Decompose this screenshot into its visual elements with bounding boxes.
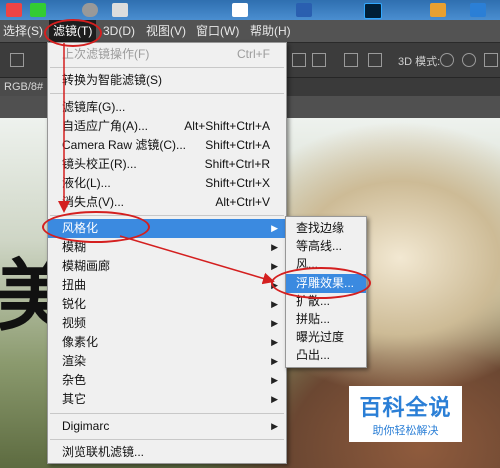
filter-menu: 上次滤镜操作(F) Ctrl+F 转换为智能滤镜(S) 滤镜库(G)... 自适…	[47, 42, 287, 464]
align-icon[interactable]	[10, 53, 24, 67]
submenu-arrow-icon: ▶	[271, 223, 278, 233]
watermark-title: 百科全说	[359, 395, 452, 420]
desktop-taskbar	[0, 0, 500, 20]
roll-3d-icon[interactable]	[462, 53, 476, 67]
pan-3d-icon[interactable]	[484, 53, 498, 67]
submenu-arrow-icon: ▶	[271, 356, 278, 366]
annotation-circle-stylize	[42, 211, 150, 243]
menu-item-pixelate[interactable]: 像素化 ▶	[48, 333, 286, 352]
app-icon[interactable]	[296, 3, 312, 17]
submenu-item-extrude[interactable]: 凸出...	[286, 346, 366, 365]
app-icon[interactable]	[82, 3, 98, 17]
menu-item-sharpen[interactable]: 锐化 ▶	[48, 295, 286, 314]
3d-mode-label: 3D 模式:	[398, 56, 441, 68]
menu-window[interactable]: 窗口(W)	[196, 20, 239, 42]
menu-help[interactable]: 帮助(H)	[250, 20, 291, 42]
menu-item-vanishing-point[interactable]: 消失点(V)... Alt+Ctrl+V	[48, 193, 286, 212]
menu-item-liquify[interactable]: 液化(L)... Shift+Ctrl+X	[48, 174, 286, 193]
menu-item-lens-correction[interactable]: 镜头校正(R)... Shift+Ctrl+R	[48, 155, 286, 174]
menu-item-digimarc[interactable]: Digimarc ▶	[48, 417, 286, 436]
watermark-logo: 百科全说 助你轻松解决	[349, 386, 462, 442]
annotation-circle-filter-menu	[44, 19, 102, 47]
menu-item-distort[interactable]: 扭曲 ▶	[48, 276, 286, 295]
app-icon[interactable]	[232, 3, 248, 17]
menu-item-last-filter[interactable]: 上次滤镜操作(F) Ctrl+F	[48, 45, 286, 64]
menu-item-video[interactable]: 视频 ▶	[48, 314, 286, 333]
app-icon[interactable]	[112, 3, 128, 17]
app-icon[interactable]	[430, 3, 446, 17]
app-icon[interactable]	[470, 3, 486, 17]
menu-item-convert-smart-filter[interactable]: 转换为智能滤镜(S)	[48, 71, 286, 90]
menu-item-render[interactable]: 渲染 ▶	[48, 352, 286, 371]
submenu-arrow-icon: ▶	[271, 375, 278, 385]
submenu-arrow-icon: ▶	[271, 242, 278, 252]
menu-item-filter-gallery[interactable]: 滤镜库(G)...	[48, 98, 286, 117]
submenu-item-tiles[interactable]: 拼贴...	[286, 310, 366, 329]
menu-separator	[50, 439, 284, 440]
menu-item-other[interactable]: 其它 ▶	[48, 390, 286, 409]
menu-item-camera-raw[interactable]: Camera Raw 滤镜(C)... Shift+Ctrl+A	[48, 136, 286, 155]
menu-separator	[50, 67, 284, 68]
app-icon[interactable]	[6, 3, 22, 17]
menu-item-noise[interactable]: 杂色 ▶	[48, 371, 286, 390]
menu-item-adaptive-wide-angle[interactable]: 自适应广角(A)... Alt+Shift+Ctrl+A	[48, 117, 286, 136]
submenu-item-trace-contour[interactable]: 等高线...	[286, 237, 366, 256]
menu-item-browse-online-filters[interactable]: 浏览联机滤镜...	[48, 443, 286, 462]
app-icon[interactable]	[30, 3, 46, 17]
submenu-arrow-icon: ▶	[271, 299, 278, 309]
annotation-circle-emboss	[271, 267, 371, 299]
rotate-3d-icon[interactable]	[440, 53, 454, 67]
submenu-arrow-icon: ▶	[271, 337, 278, 347]
menu-3d[interactable]: 3D(D)	[103, 20, 135, 42]
watermark-subtitle: 助你轻松解决	[372, 425, 439, 437]
submenu-arrow-icon: ▶	[271, 394, 278, 404]
submenu-arrow-icon: ▶	[271, 421, 278, 431]
distribute-icon[interactable]	[344, 53, 358, 67]
app-icon[interactable]	[364, 3, 382, 19]
submenu-item-find-edges[interactable]: 查找边缘	[286, 219, 366, 238]
menu-item-blur-gallery[interactable]: 模糊画廊 ▶	[48, 257, 286, 276]
menu-separator	[50, 93, 284, 94]
align-icon[interactable]	[292, 53, 306, 67]
submenu-item-solarize[interactable]: 曝光过度	[286, 328, 366, 347]
align-icon[interactable]	[312, 53, 326, 67]
submenu-arrow-icon: ▶	[271, 318, 278, 328]
submenu-arrow-icon: ▶	[271, 261, 278, 271]
menu-select[interactable]: 选择(S)	[3, 20, 43, 42]
distribute-icon[interactable]	[368, 53, 382, 67]
document-tab[interactable]: RGB/8#	[0, 78, 50, 96]
menu-separator	[50, 413, 284, 414]
menu-view[interactable]: 视图(V)	[146, 20, 186, 42]
